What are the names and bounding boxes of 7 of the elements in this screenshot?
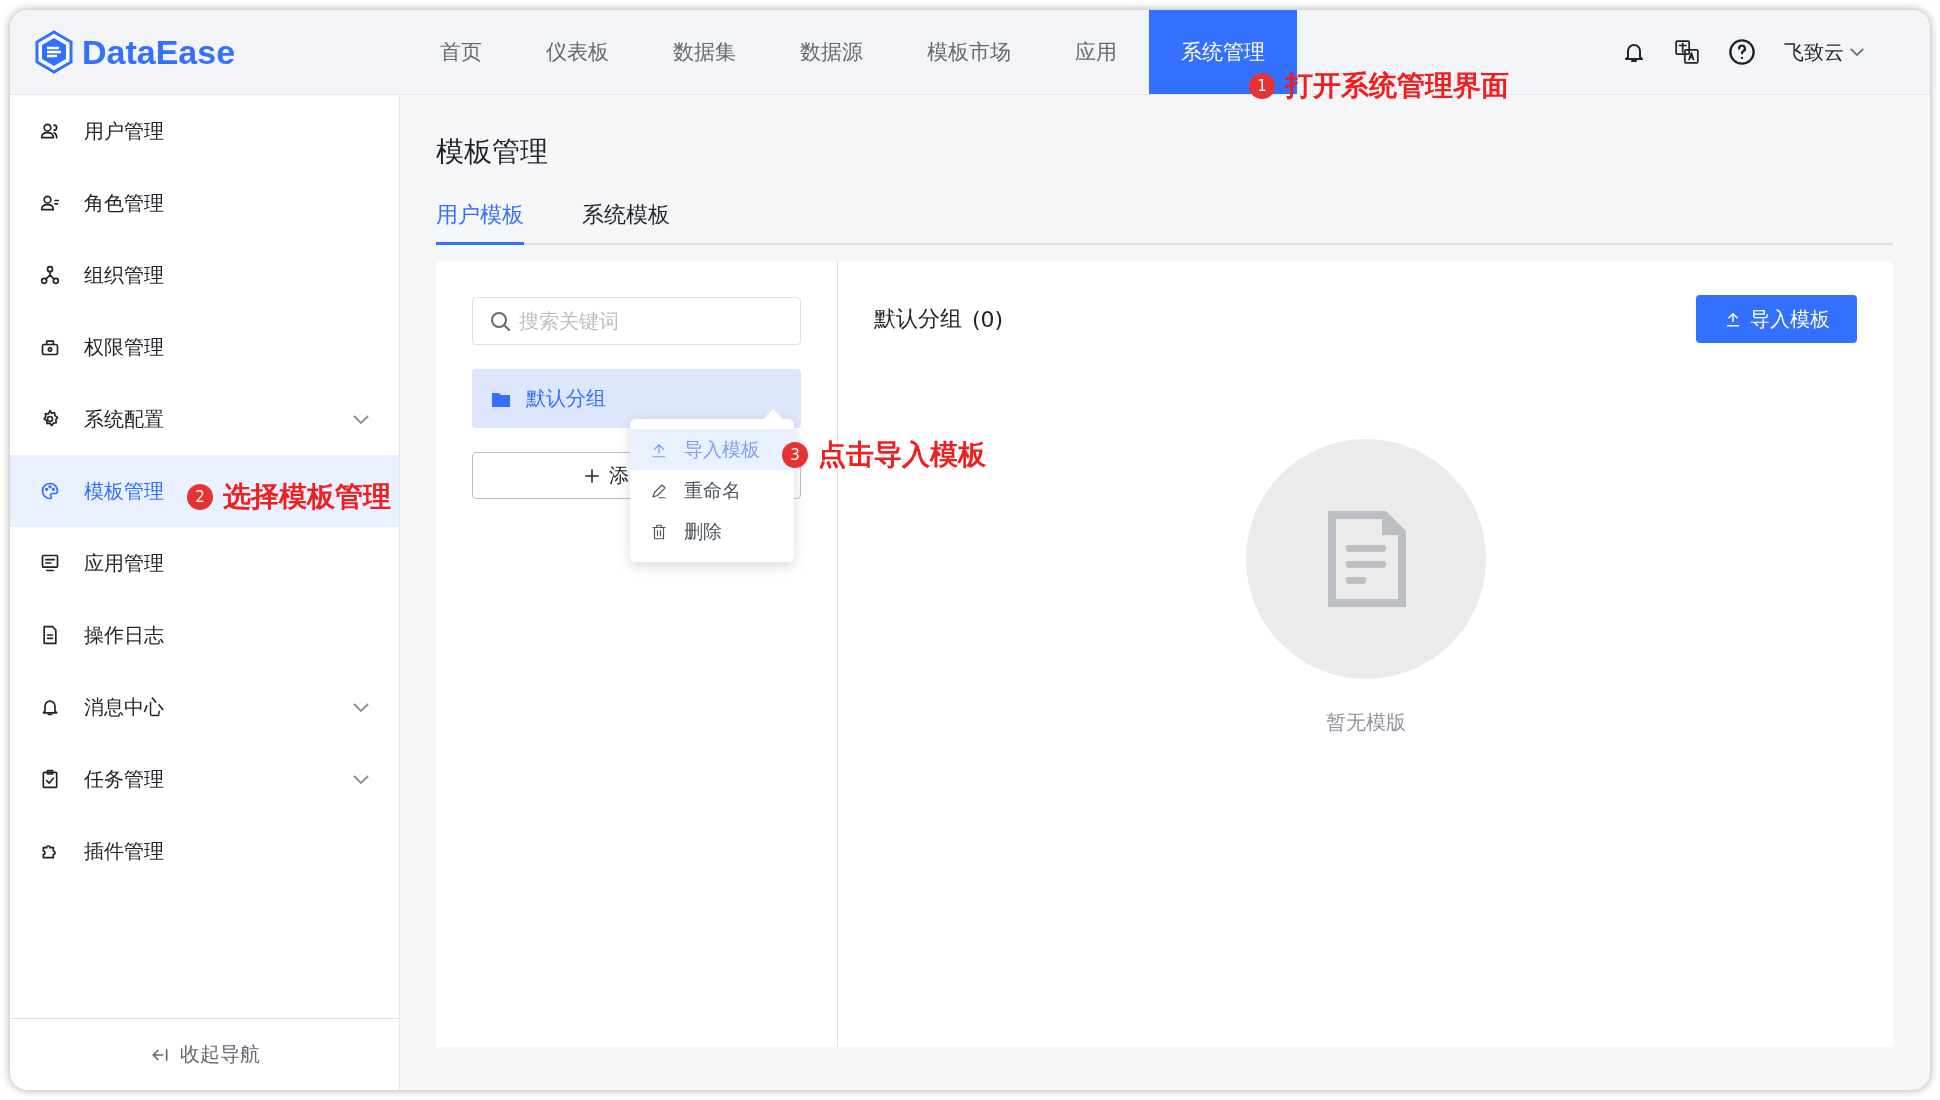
page-title: 模板管理 — [436, 134, 549, 170]
logo-text: DataEase — [82, 32, 236, 72]
annotation-text: 选择模板管理 — [223, 479, 391, 515]
annotation-text: 点击导入模板 — [818, 437, 986, 473]
template-count: (0) — [972, 306, 1004, 332]
empty-text: 暂无模版 — [1325, 709, 1406, 736]
group-heading: 默认分组 — [874, 305, 962, 333]
